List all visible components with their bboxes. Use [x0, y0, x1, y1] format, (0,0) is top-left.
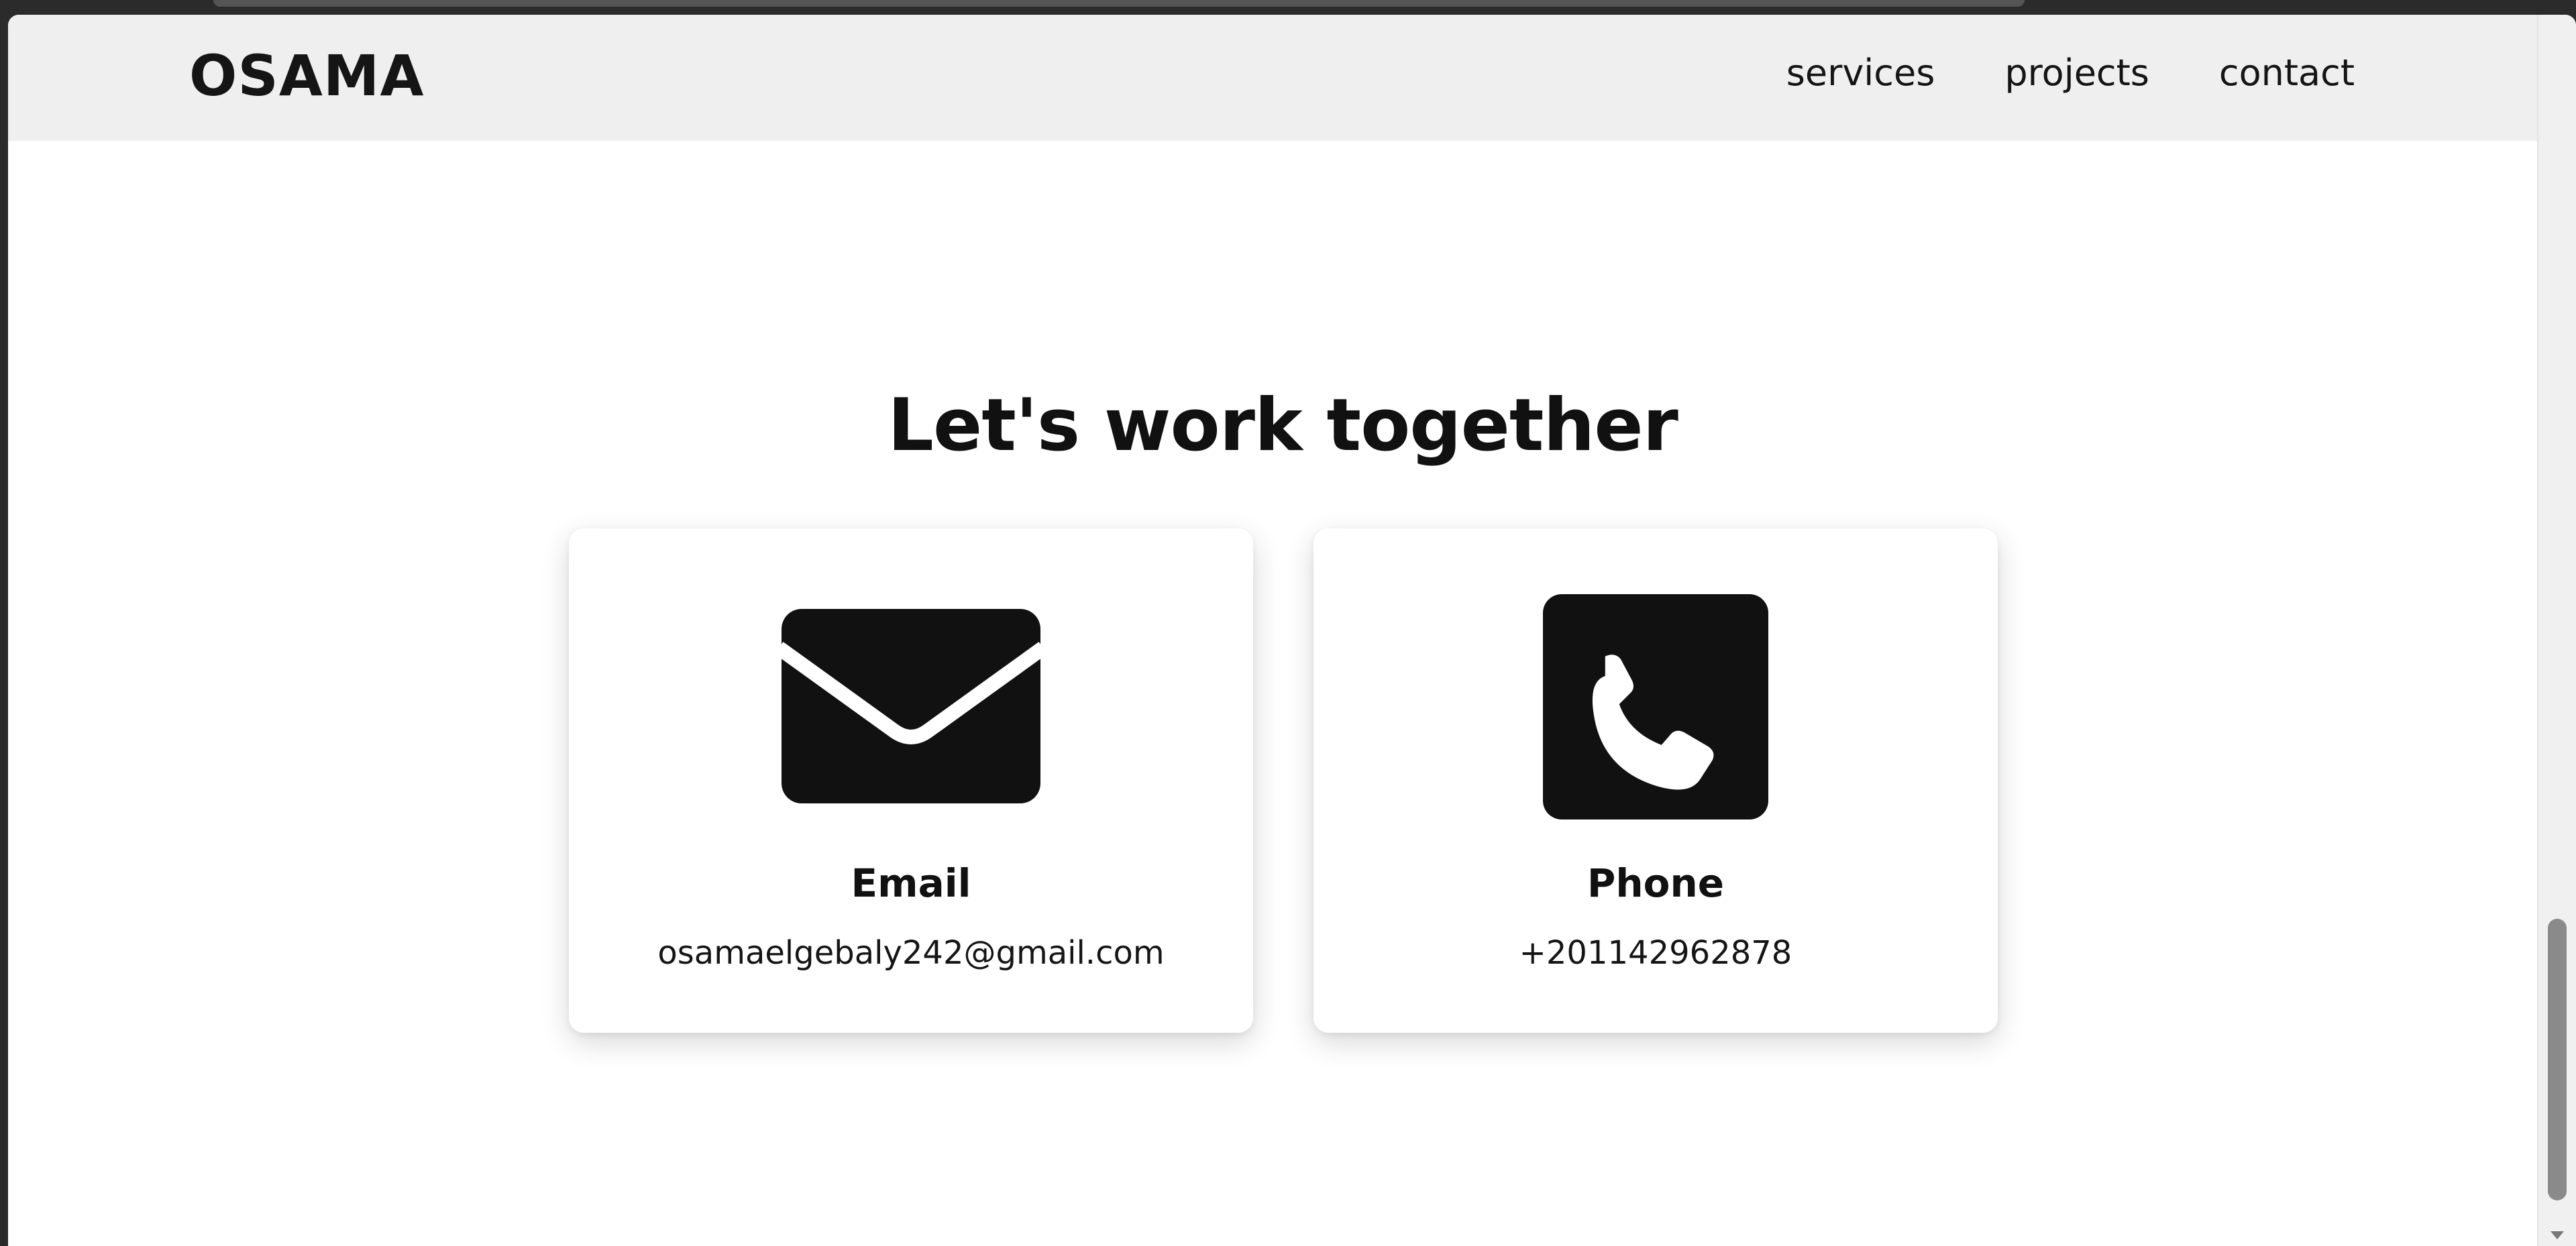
- browser-tab-edge: [213, 0, 2025, 7]
- browser-top-strip: [0, 0, 2576, 15]
- phone-number[interactable]: +201142962878: [1313, 934, 1998, 972]
- contact-section: Let's work together Email osamaelgebaly2…: [8, 141, 2537, 1246]
- site-logo[interactable]: OSAMA: [189, 43, 425, 109]
- email-address[interactable]: osamaelgebaly242@gmail.com: [569, 934, 1253, 972]
- nav-link-contact[interactable]: contact: [2219, 55, 2355, 91]
- scrollbar-thumb[interactable]: [2548, 919, 2567, 1200]
- nav-link-services[interactable]: services: [1786, 55, 1935, 91]
- phone-icon: [1543, 594, 1768, 819]
- email-card[interactable]: Email osamaelgebaly242@gmail.com: [569, 528, 1253, 1033]
- section-title: Let's work together: [888, 383, 1678, 467]
- phone-card[interactable]: Phone +201142962878: [1313, 528, 1998, 1033]
- email-label: Email: [851, 860, 971, 906]
- site-header: OSAMA services projects contact: [8, 15, 2537, 141]
- phone-label: Phone: [1587, 860, 1725, 906]
- vertical-scrollbar[interactable]: [2537, 15, 2576, 1246]
- nav-link-projects[interactable]: projects: [2004, 55, 2149, 91]
- envelope-icon: [782, 609, 1040, 803]
- scroll-down-arrow-icon[interactable]: [2551, 1231, 2564, 1239]
- main-nav: services projects contact: [1786, 55, 2355, 91]
- browser-viewport: OSAMA services projects contact Let's wo…: [8, 15, 2576, 1246]
